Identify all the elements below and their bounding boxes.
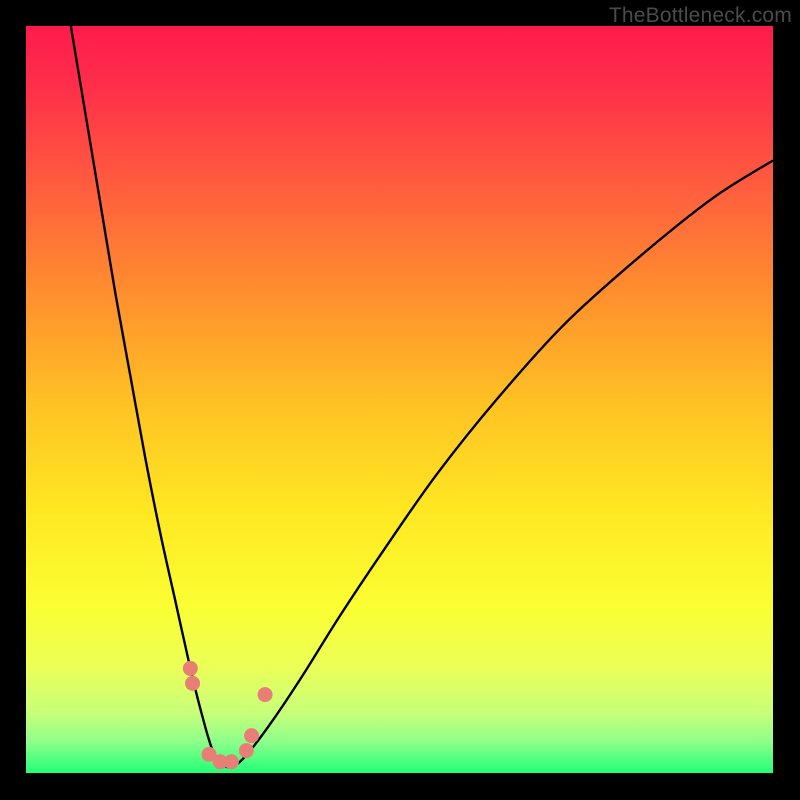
plot-area [26,26,773,773]
gradient-background [26,26,773,773]
data-marker [258,687,273,702]
watermark-label: TheBottleneck.com [609,4,792,28]
data-marker [224,754,239,769]
bottleneck-chart [26,26,773,773]
data-marker [185,676,200,691]
chart-frame: TheBottleneck.com [0,0,800,800]
data-marker [244,728,259,743]
data-marker [239,743,254,758]
data-marker [183,661,198,676]
